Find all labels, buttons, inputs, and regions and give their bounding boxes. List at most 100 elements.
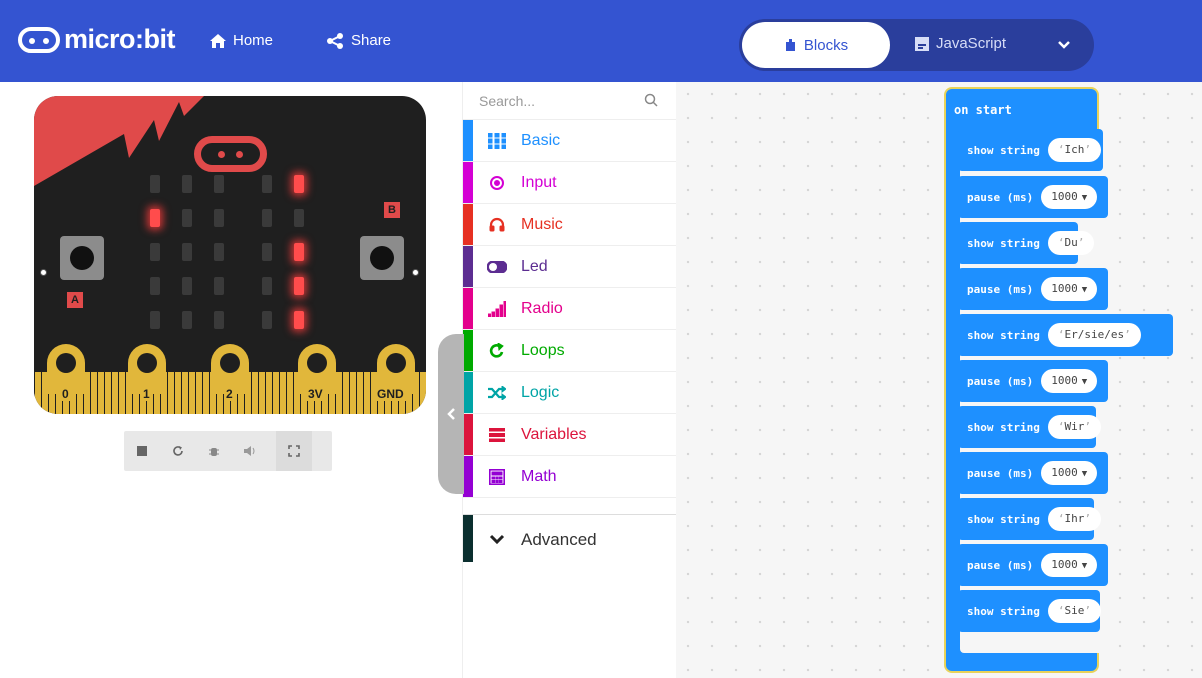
toolbox-category-math[interactable]: Math: [463, 456, 677, 498]
dropdown-caret-icon: ▼: [1081, 285, 1088, 295]
duration-dropdown[interactable]: 1000 ▼: [1041, 277, 1098, 301]
block-keyword: show string: [967, 420, 1040, 434]
led-r1c4: [294, 209, 304, 227]
stop-icon: [137, 446, 147, 456]
mute-button[interactable]: [232, 431, 268, 471]
block-keyword: pause (ms): [967, 466, 1034, 480]
toolbox-category-variables[interactable]: Variables: [463, 414, 677, 456]
duration-dropdown[interactable]: 1000 ▼: [1041, 369, 1098, 393]
toolbox-category-loops[interactable]: Loops: [463, 330, 677, 372]
block-keyword: show string: [967, 236, 1040, 250]
home-button[interactable]: Home: [209, 32, 273, 49]
code-file-icon: [915, 36, 929, 51]
pause-block[interactable]: pause (ms) 1000 ▼: [958, 176, 1108, 218]
calculator-icon: [487, 467, 507, 487]
string-input[interactable]: ‘Du’: [1047, 231, 1095, 255]
debug-icon: [209, 448, 219, 456]
pin-label: 2: [224, 387, 235, 401]
string-input[interactable]: ‘Ihr’: [1047, 507, 1101, 531]
debug-button[interactable]: [196, 431, 232, 471]
show-string-block[interactable]: show string ‘Du’: [958, 222, 1095, 264]
led-r0c3: [262, 175, 272, 193]
toolbox-category-logic[interactable]: Logic: [463, 372, 677, 414]
dropdown-caret-icon: ▼: [1081, 561, 1088, 571]
chevron-down-icon[interactable]: [1057, 40, 1071, 50]
led-r2c1: [182, 243, 192, 261]
javascript-tab-label: JavaScript: [936, 35, 1007, 52]
block-keyword: pause (ms): [967, 282, 1034, 296]
quote-mark: ’: [1084, 143, 1091, 156]
duration-dropdown[interactable]: 1000 ▼: [1041, 185, 1098, 209]
on-start-label: on start: [954, 103, 1012, 117]
search-input[interactable]: [477, 90, 637, 112]
toolbox-category-radio[interactable]: Radio: [463, 288, 677, 330]
show-string-block[interactable]: show string ‘Ihr’: [958, 498, 1101, 540]
led-r3c4: [294, 277, 304, 295]
simulator-controls: [124, 431, 332, 471]
block-keyword: pause (ms): [967, 190, 1034, 204]
pause-block[interactable]: pause (ms) 1000 ▼: [958, 360, 1108, 402]
duration-dropdown[interactable]: 1000 ▼: [1041, 461, 1098, 485]
led-r1c1: [182, 209, 192, 227]
chevron-left-icon: [446, 408, 455, 420]
button-a-label: A: [67, 292, 83, 308]
led-r4c0: [150, 311, 160, 329]
shuffle-icon: [487, 383, 507, 403]
toolbox-category-led[interactable]: Led: [463, 246, 677, 288]
toolbox-search: [463, 82, 677, 120]
quote-mark: ’: [1084, 512, 1091, 525]
led-r0c0: [150, 175, 160, 193]
microbit-board[interactable]: A B 0 1 2 3V GND: [34, 96, 426, 414]
category-label: Input: [521, 174, 557, 191]
button-b[interactable]: [360, 236, 404, 280]
fullscreen-icon: [288, 445, 300, 457]
show-string-block[interactable]: show string ‘Sie’: [958, 590, 1101, 632]
toolbox-category-input[interactable]: Input: [463, 162, 677, 204]
microbit-logo[interactable]: micro:bit: [18, 24, 176, 55]
stop-button[interactable]: [124, 431, 160, 471]
string-input[interactable]: ‘Sie’: [1047, 599, 1101, 623]
microbit-face-logo: [194, 136, 267, 172]
toolbox-category-advanced[interactable]: Advanced: [463, 514, 677, 562]
quote-mark: ’: [1124, 328, 1131, 341]
blocks-tab-label: Blocks: [803, 36, 849, 54]
search-icon[interactable]: [644, 93, 658, 107]
category-color-bar: [463, 162, 473, 203]
button-a[interactable]: [60, 236, 104, 280]
restart-button[interactable]: [160, 431, 196, 471]
javascript-tab[interactable]: JavaScript: [915, 35, 1006, 52]
duration-value: 1000: [1051, 466, 1078, 479]
duration-dropdown[interactable]: 1000 ▼: [1041, 553, 1098, 577]
string-input[interactable]: ‘Er/sie/es’: [1047, 323, 1141, 347]
fullscreen-button[interactable]: [276, 431, 312, 471]
duration-value: 1000: [1051, 558, 1078, 571]
show-string-block[interactable]: show string ‘Wir’: [958, 406, 1101, 448]
led-r2c2: [214, 243, 224, 261]
category-color-bar: [463, 515, 473, 562]
grid-icon: [487, 131, 507, 151]
led-r2c0: [150, 243, 160, 261]
pause-block[interactable]: pause (ms) 1000 ▼: [958, 268, 1108, 310]
blocks-tab[interactable]: Blocks: [742, 22, 890, 68]
chevron-down-icon: [489, 534, 505, 545]
show-string-block[interactable]: show string ‘Ich’: [958, 129, 1103, 171]
on-start-block[interactable]: on start show string ‘Ich’ pause (ms) 1000 ▼…: [944, 87, 1173, 673]
pause-block[interactable]: pause (ms) 1000 ▼: [958, 544, 1108, 586]
block-keyword: show string: [967, 143, 1040, 157]
string-input[interactable]: ‘Ich’: [1047, 138, 1101, 162]
led-r4c3: [262, 311, 272, 329]
blocks-workspace[interactable]: on start show string ‘Ich’ pause (ms) 1000 ▼…: [676, 82, 1202, 678]
loop-arrow-icon: [487, 341, 507, 361]
block-keyword: pause (ms): [967, 374, 1034, 388]
show-string-block[interactable]: show string ‘Er/sie/es’: [958, 314, 1173, 356]
string-input[interactable]: ‘Wir’: [1047, 415, 1101, 439]
mute-icon: [244, 446, 255, 456]
toolbox-category-music[interactable]: Music: [463, 204, 677, 246]
category-color-bar: [463, 120, 473, 161]
category-label: Logic: [521, 384, 560, 401]
pause-block[interactable]: pause (ms) 1000 ▼: [958, 452, 1108, 494]
collapse-simulator-button[interactable]: [438, 334, 464, 494]
share-label: Share: [351, 32, 392, 49]
share-button[interactable]: Share: [325, 32, 391, 49]
toolbox-category-basic[interactable]: Basic: [463, 120, 677, 162]
